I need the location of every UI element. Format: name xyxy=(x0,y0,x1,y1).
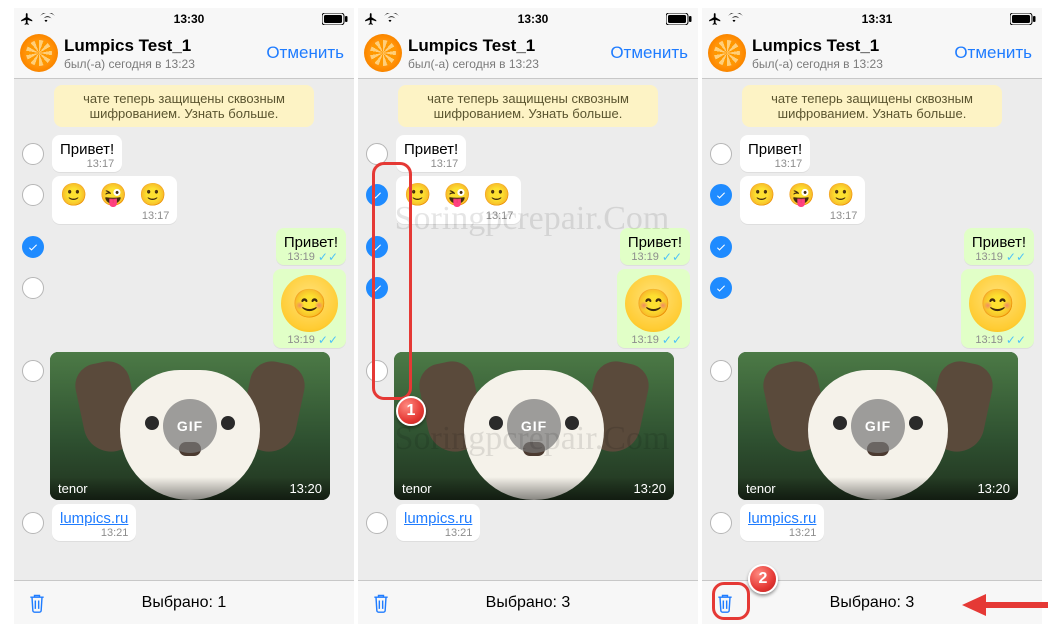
msg-row-3[interactable]: Привет! 13:19✓✓ xyxy=(14,226,354,267)
chat-header: Lumpics Test_1 был(-а) сегодня в 13:23 О… xyxy=(702,30,1042,79)
chat-title[interactable]: Lumpics Test_1 xyxy=(64,36,256,56)
avatar[interactable] xyxy=(708,34,746,72)
chat-area: чате теперь защищены сквозным шифрование… xyxy=(14,79,354,580)
callout-badge-2: 2 xyxy=(748,564,778,594)
chat-subtitle: был(-а) сегодня в 13:23 xyxy=(64,57,256,71)
message-in: Привет! 13:17 xyxy=(52,135,122,172)
message-link[interactable]: lumpics.ru xyxy=(60,510,128,527)
msg-row-4[interactable]: 😊 13:19✓✓ xyxy=(14,267,354,350)
message-out: Привет! 13:19✓✓ xyxy=(276,228,346,265)
select-circle[interactable] xyxy=(22,184,44,206)
gif-source: tenor xyxy=(58,481,88,496)
select-circle[interactable] xyxy=(710,512,732,534)
select-circle[interactable] xyxy=(366,360,388,382)
msg-row-2[interactable]: 🙂 😜 🙂 13:17 xyxy=(14,174,354,226)
gif-badge-icon: GIF xyxy=(163,399,217,453)
selection-count: Выбрано: 3 xyxy=(358,594,698,612)
chat-title[interactable]: Lumpics Test_1 xyxy=(752,36,944,56)
select-circle[interactable] xyxy=(366,512,388,534)
select-circle[interactable] xyxy=(366,277,388,299)
message-in-link: lumpics.ru 13:21 xyxy=(52,504,136,541)
select-circle[interactable] xyxy=(22,236,44,258)
wifi-icon xyxy=(728,13,744,25)
chat-header: Lumpics Test_1 был(-а) сегодня в 13:23 О… xyxy=(358,30,698,79)
message-in-emoji: 🙂 😜 🙂 13:17 xyxy=(52,176,177,224)
chat-header: Lumpics Test_1 был(-а) сегодня в 13:23 О… xyxy=(14,30,354,79)
read-ticks-icon: ✓✓ xyxy=(318,251,338,263)
message-link[interactable]: lumpics.ru xyxy=(404,510,472,527)
select-circle[interactable] xyxy=(710,143,732,165)
message-out-emoji: 😊13:19✓✓ xyxy=(617,269,690,348)
message-in-link: lumpics.ru13:21 xyxy=(396,504,480,541)
read-ticks-icon: ✓✓ xyxy=(318,334,338,346)
message-in: Привет!13:17 xyxy=(396,135,466,172)
chat-title[interactable]: Lumpics Test_1 xyxy=(408,36,600,56)
gif-thumbnail[interactable]: GIFtenor13:20 xyxy=(394,352,674,500)
callout-badge-1: 1 xyxy=(396,396,426,426)
cancel-button[interactable]: Отменить xyxy=(950,43,1036,63)
chat-area: чате теперь защищены сквозным шифрование… xyxy=(358,79,698,580)
wifi-icon xyxy=(40,13,56,25)
bottom-bar: Выбрано: 3 xyxy=(358,580,698,624)
encryption-notice[interactable]: чате теперь защищены сквозным шифрование… xyxy=(742,85,1002,127)
cancel-button[interactable]: Отменить xyxy=(262,43,348,63)
status-time: 13:30 xyxy=(174,12,205,26)
screen-1: 13:30 Lumpics Test_1 был(-а) сегодня в 1… xyxy=(14,8,354,624)
cancel-button[interactable]: Отменить xyxy=(606,43,692,63)
wifi-icon xyxy=(384,13,400,25)
select-circle[interactable] xyxy=(710,184,732,206)
message-link[interactable]: lumpics.ru xyxy=(748,510,816,527)
message-out: Привет!13:19✓✓ xyxy=(620,228,690,265)
select-circle[interactable] xyxy=(22,512,44,534)
select-circle[interactable] xyxy=(22,143,44,165)
select-circle[interactable] xyxy=(22,277,44,299)
battery-icon xyxy=(1010,13,1036,25)
message-out-emoji: 😊 13:19✓✓ xyxy=(273,269,346,348)
airplane-icon xyxy=(364,12,378,26)
avatar[interactable] xyxy=(20,34,58,72)
emoji-row: 🙂 😜 🙂 xyxy=(60,182,169,207)
chat-subtitle: был(-а) сегодня в 13:23 xyxy=(408,57,600,71)
status-bar: 13:30 xyxy=(358,8,698,30)
screen-2: 13:30 Lumpics Test_1 был(-а) сегодня в 1… xyxy=(358,8,698,624)
select-circle[interactable] xyxy=(710,236,732,258)
selection-count: Выбрано: 1 xyxy=(14,594,354,612)
airplane-icon xyxy=(708,12,722,26)
msg-row-6-link[interactable]: lumpics.ru 13:21 xyxy=(14,502,354,543)
select-circle[interactable] xyxy=(366,184,388,206)
battery-icon xyxy=(322,13,348,25)
msg-row-5-gif[interactable]: GIF tenor 13:20 xyxy=(14,350,354,502)
status-time: 13:31 xyxy=(862,12,893,26)
gif-thumbnail[interactable]: GIFtenor13:20 xyxy=(738,352,1018,500)
gif-thumbnail[interactable]: GIF tenor 13:20 xyxy=(50,352,330,500)
select-circle[interactable] xyxy=(22,360,44,382)
status-bar: 13:31 xyxy=(702,8,1042,30)
select-circle[interactable] xyxy=(710,360,732,382)
encryption-notice[interactable]: чате теперь защищены сквозным шифрование… xyxy=(54,85,314,127)
select-circle[interactable] xyxy=(366,143,388,165)
screen-3: 13:31 Lumpics Test_1 был(-а) сегодня в 1… xyxy=(702,8,1042,624)
select-circle[interactable] xyxy=(366,236,388,258)
gif-time: 13:20 xyxy=(289,481,322,496)
chat-subtitle: был(-а) сегодня в 13:23 xyxy=(752,57,944,71)
select-circle[interactable] xyxy=(710,277,732,299)
callout-arrow-icon xyxy=(960,590,1050,620)
status-time: 13:30 xyxy=(518,12,549,26)
status-bar: 13:30 xyxy=(14,8,354,30)
battery-icon xyxy=(666,13,692,25)
airplane-icon xyxy=(20,12,34,26)
msg-row-1[interactable]: Привет! 13:17 xyxy=(14,133,354,174)
bottom-bar: Выбрано: 1 xyxy=(14,580,354,624)
big-emoji-icon: 😊 xyxy=(281,275,338,332)
avatar[interactable] xyxy=(364,34,402,72)
chat-area: чате теперь защищены сквозным шифрование… xyxy=(702,79,1042,580)
encryption-notice[interactable]: чате теперь защищены сквозным шифрование… xyxy=(398,85,658,127)
message-in-emoji: 🙂 😜 🙂13:17 xyxy=(396,176,521,224)
